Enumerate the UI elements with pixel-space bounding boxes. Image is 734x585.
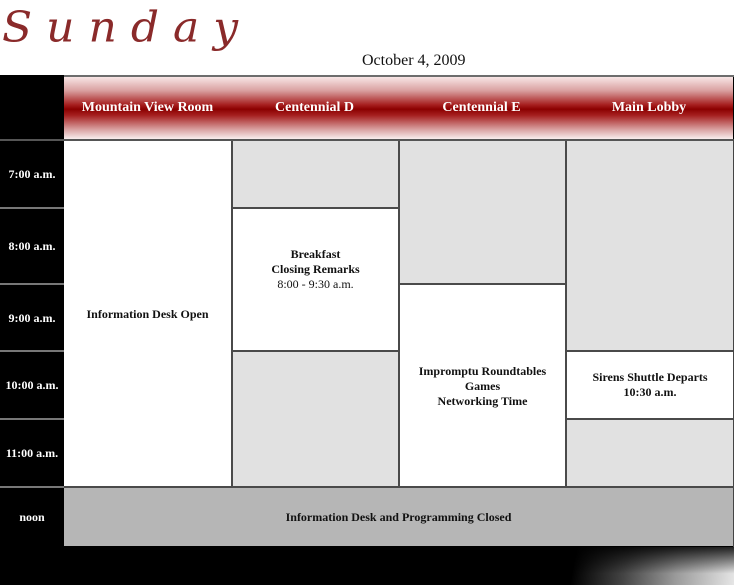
room-header-centennial-d: Centennial D bbox=[275, 100, 354, 115]
column-divider bbox=[398, 141, 400, 487]
event-sirens-shuttle[interactable]: Sirens Shuttle Departs 10:30 a.m. bbox=[567, 352, 733, 418]
event-time: 8:00 - 9:30 a.m. bbox=[277, 277, 354, 291]
empty-slot bbox=[233, 141, 398, 207]
event-title: Information Desk Open bbox=[86, 306, 209, 321]
time-label-noon: noon bbox=[19, 509, 45, 524]
event-impromptu-roundtables[interactable]: Impromptu Roundtables Games Networking T… bbox=[400, 285, 565, 487]
day-title: Sunday bbox=[2, 3, 253, 52]
schedule-date: October 4, 2009 bbox=[362, 52, 466, 69]
empty-slot bbox=[400, 141, 565, 283]
event-title: Sirens Shuttle Departs bbox=[592, 370, 708, 384]
event-title: Information Desk and Programming Closed bbox=[285, 509, 512, 524]
event-subtitle: Games bbox=[464, 378, 501, 393]
empty-slot bbox=[567, 141, 733, 350]
room-header-mountain-view: Mountain View Room bbox=[81, 100, 214, 115]
row-divider bbox=[567, 350, 733, 352]
event-subtitle: Networking Time bbox=[437, 393, 528, 408]
room-header-centennial-e: Centennial E bbox=[442, 100, 521, 115]
row-divider bbox=[233, 207, 398, 209]
time-label-10am: 10:00 a.m. bbox=[5, 378, 59, 392]
column-divider bbox=[231, 141, 233, 487]
empty-slot bbox=[233, 352, 398, 487]
empty-slot bbox=[567, 420, 733, 487]
footer-gradient-shade bbox=[568, 547, 734, 585]
row-divider bbox=[400, 283, 565, 285]
row-divider bbox=[233, 350, 398, 352]
time-label-11am: 11:00 a.m. bbox=[5, 446, 59, 460]
event-breakfast[interactable]: Breakfast Closing Remarks 8:00 - 9:30 a.… bbox=[233, 209, 398, 350]
event-programming-closed[interactable]: Information Desk and Programming Closed bbox=[64, 488, 733, 546]
event-title: Breakfast bbox=[290, 247, 341, 261]
room-header-main-lobby: Main Lobby bbox=[611, 100, 687, 115]
event-time: 10:30 a.m. bbox=[623, 385, 677, 399]
event-information-desk-open[interactable]: Information Desk Open bbox=[64, 141, 231, 487]
event-title: Impromptu Roundtables bbox=[418, 363, 547, 378]
time-label-7am: 7:00 a.m. bbox=[8, 167, 56, 181]
row-divider bbox=[567, 418, 733, 420]
column-divider bbox=[565, 141, 567, 487]
time-label-8am: 8:00 a.m. bbox=[8, 239, 56, 253]
event-subtitle: Closing Remarks bbox=[271, 262, 360, 276]
time-label-9am: 9:00 a.m. bbox=[8, 310, 56, 325]
